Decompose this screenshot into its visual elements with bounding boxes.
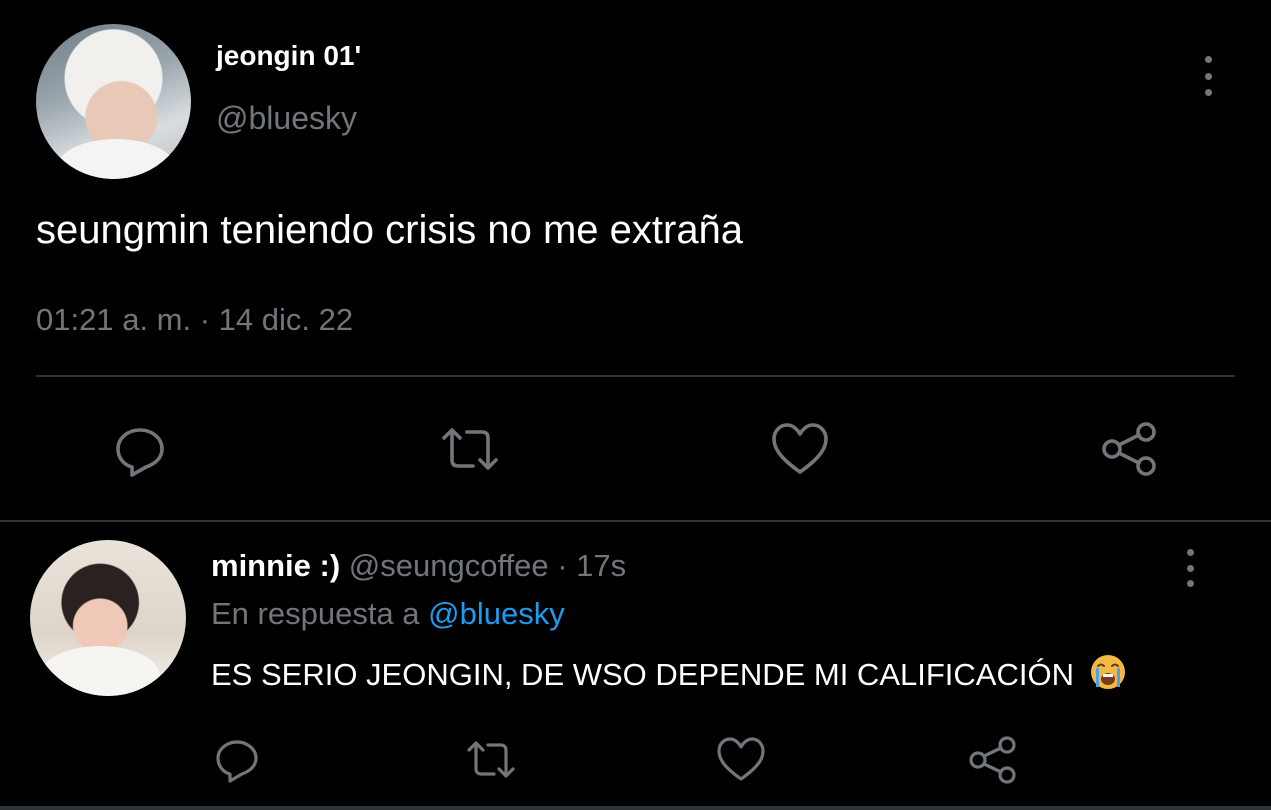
avatar-collar — [40, 646, 160, 696]
dot — [1204, 56, 1212, 63]
replying-to-mention[interactable]: @bluesky — [428, 596, 565, 631]
main-tweet-avatar[interactable] — [36, 24, 191, 179]
reply-actions — [0, 735, 1271, 785]
main-tweet-display-name[interactable]: jeongin 01' — [216, 40, 361, 72]
retweet-icon[interactable] — [466, 735, 516, 785]
avatar-shirt — [56, 139, 176, 179]
reply-text: ES SERIO JEONGIN, DE WSO DEPENDE MI CALI… — [211, 657, 1074, 692]
divider — [0, 520, 1271, 522]
dot — [1186, 549, 1194, 556]
reply-text-line: ES SERIO JEONGIN, DE WSO DEPENDE MI CALI… — [211, 653, 1127, 693]
tweet-detail-page: jeongin 01' @bluesky seungmin teniendo c… — [0, 0, 1271, 810]
main-tweet-timestamp[interactable]: 01:21 a. m. · 14 dic. 22 — [36, 302, 353, 338]
divider — [36, 375, 1235, 377]
replying-to-prefix: En respuesta a — [211, 596, 420, 631]
share-icon[interactable] — [1100, 420, 1160, 478]
main-tweet-text: seungmin teniendo crisis no me extraña — [36, 208, 744, 252]
divider — [0, 806, 1271, 810]
main-tweet-actions — [0, 420, 1271, 478]
retweet-icon[interactable] — [440, 420, 500, 478]
reply-icon[interactable] — [212, 735, 262, 785]
reply-handle-time[interactable]: @seungcoffee · 17s — [349, 548, 626, 583]
dot — [1186, 580, 1194, 587]
reply-more-options-icon[interactable] — [1178, 549, 1202, 587]
more-options-icon[interactable] — [1196, 56, 1220, 96]
like-icon[interactable] — [770, 420, 830, 478]
reply-header: minnie :) @seungcoffee · 17s — [211, 548, 626, 584]
reply-display-name[interactable]: minnie :) — [211, 548, 340, 583]
replying-to-line: En respuesta a @bluesky — [211, 596, 565, 632]
share-icon[interactable] — [968, 735, 1018, 785]
dot — [1204, 89, 1212, 96]
reply-avatar[interactable] — [30, 540, 186, 696]
main-tweet-handle[interactable]: @bluesky — [216, 100, 357, 137]
loudly-crying-face-icon — [1090, 655, 1125, 689]
dot — [1186, 564, 1194, 572]
like-icon[interactable] — [716, 735, 766, 785]
dot — [1204, 72, 1212, 80]
reply-icon[interactable] — [110, 420, 170, 478]
